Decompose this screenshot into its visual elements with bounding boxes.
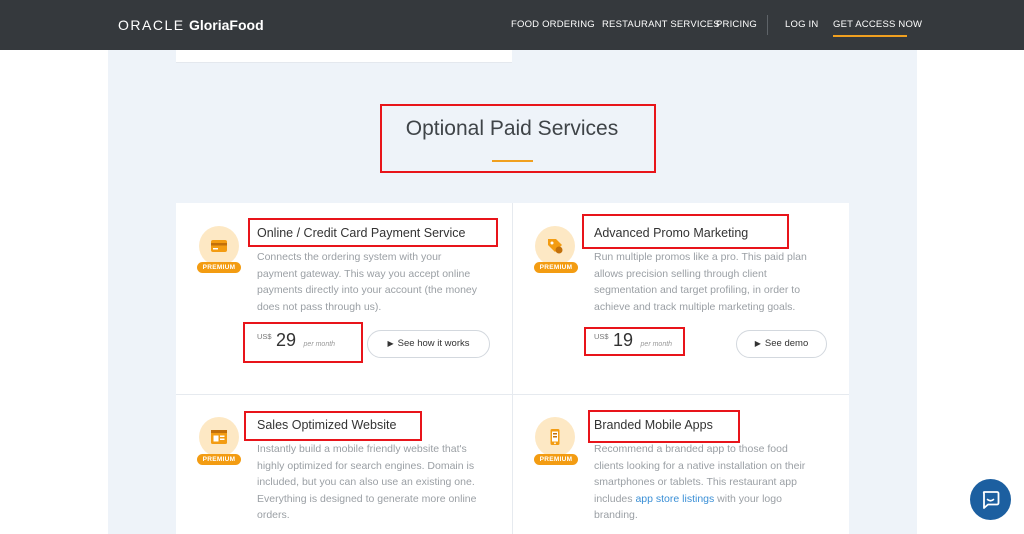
see-demo-button[interactable]: ▶ See demo [736, 330, 827, 358]
mobile-app-icon [535, 417, 575, 457]
logo-product-text: GloriaFood [188, 17, 264, 33]
nav-active-underline [833, 35, 907, 37]
app-store-listings-link[interactable]: app store listings [635, 493, 714, 505]
play-icon: ▶ [754, 339, 761, 348]
service-description: Recommend a branded app to those food cl… [594, 443, 806, 521]
promo-tag-icon [535, 226, 575, 266]
nav-pricing[interactable]: PRICING [716, 19, 757, 30]
website-icon [199, 417, 239, 457]
service-title-online-payment: Online / Credit Card Payment Service [257, 226, 466, 240]
oracle-gloriafood-logo[interactable]: ORACLE GloriaFood [118, 17, 264, 33]
service-title-mobile-apps: Branded Mobile Apps [594, 418, 713, 432]
service-title-sales-website: Sales Optimized Website [257, 418, 397, 432]
premium-badge: PREMIUM [197, 262, 241, 273]
nav-divider [767, 15, 768, 35]
chat-widget-button[interactable] [970, 479, 1011, 520]
premium-badge: PREMIUM [534, 262, 578, 273]
grid-divider-vertical [512, 203, 513, 534]
price-promo-marketing: US$ 19 per month [594, 330, 673, 350]
service-description: Connects the ordering system with your p… [257, 251, 478, 313]
previous-card-bottom [176, 50, 512, 63]
section-title-underline [492, 160, 533, 162]
service-description: Run multiple promos like a pro. This pai… [594, 251, 807, 313]
nav-get-access-now[interactable]: GET ACCESS NOW [833, 19, 922, 30]
premium-badge: PREMIUM [534, 454, 578, 465]
see-how-it-works-button[interactable]: ▶ See how it works [367, 330, 490, 358]
service-description: Instantly build a mobile friendly websit… [257, 443, 477, 521]
section-title: Optional Paid Services [405, 117, 619, 140]
logo-oracle-text: ORACLE [118, 17, 185, 33]
service-title-promo-marketing: Advanced Promo Marketing [594, 226, 749, 240]
price-online-payment: US$ 29 per month [257, 330, 336, 350]
nav-restaurant-services[interactable]: RESTAURANT SERVICES [602, 19, 720, 30]
credit-card-icon [199, 226, 239, 266]
premium-badge: PREMIUM [197, 454, 241, 465]
nav-login[interactable]: LOG IN [785, 19, 818, 30]
play-icon: ▶ [387, 339, 394, 348]
nav-food-ordering[interactable]: FOOD ORDERING [511, 19, 595, 30]
